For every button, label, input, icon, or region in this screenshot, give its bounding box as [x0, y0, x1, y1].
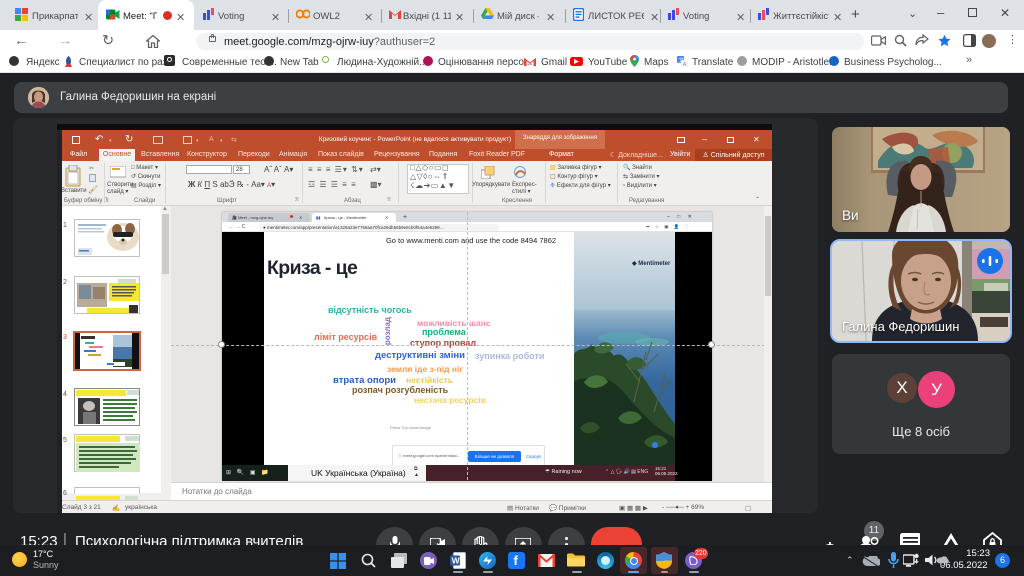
svg-text:◆ Mentimeter: ◆ Mentimeter	[631, 260, 671, 267]
svg-text:A: A	[683, 62, 687, 67]
svg-text:W: W	[452, 556, 461, 566]
